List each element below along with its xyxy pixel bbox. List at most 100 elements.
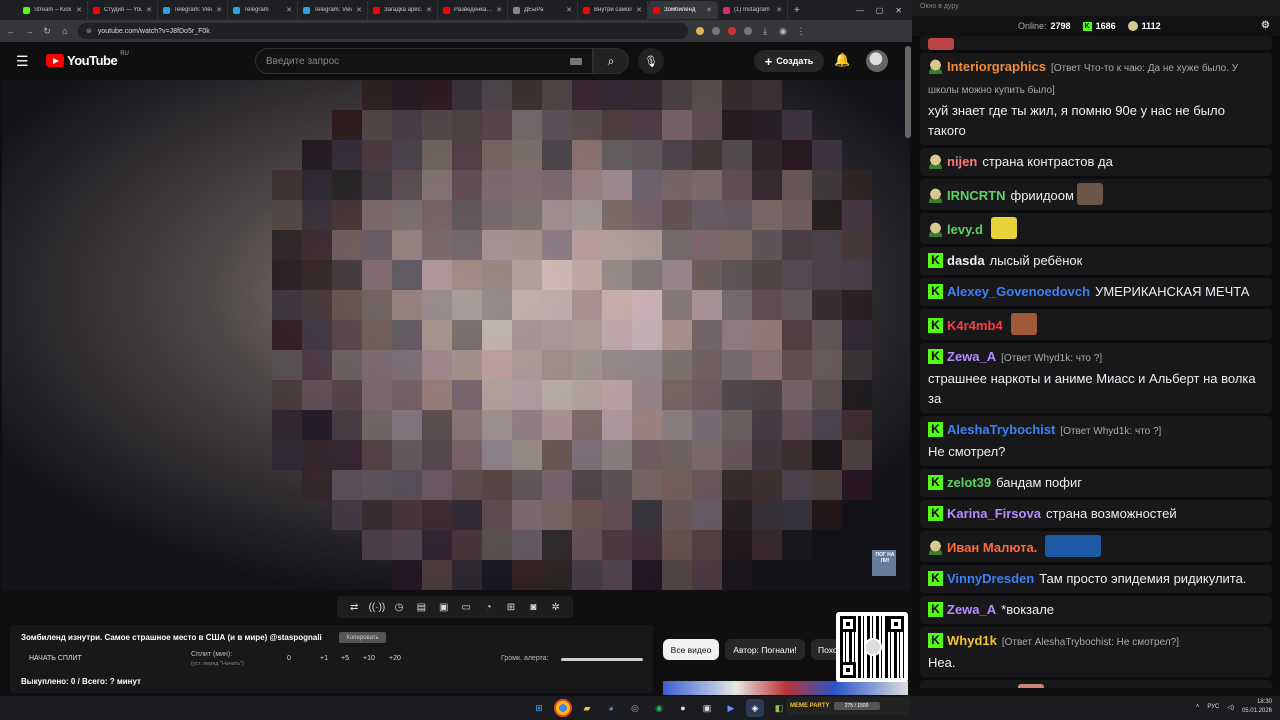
chat-username[interactable]: Karina_Firsova — [947, 506, 1041, 521]
chat-username[interactable]: dasda — [947, 253, 985, 268]
copy-button[interactable]: Копировать — [339, 632, 386, 643]
tab-close-icon[interactable]: ✕ — [776, 6, 782, 14]
split-add-5-button[interactable]: +5 — [341, 655, 349, 662]
split-value[interactable]: 0 — [287, 655, 291, 662]
alert-volume-slider[interactable] — [561, 658, 643, 661]
search-button[interactable]: ⌕ — [593, 48, 629, 74]
extension-icon[interactable] — [696, 27, 704, 35]
tab-close-icon[interactable]: ✕ — [76, 6, 82, 14]
url-field[interactable]: ⊜ youtube.com/watch?v=J8fDo5r_F0k — [78, 23, 688, 39]
tab-close-icon[interactable]: ✕ — [496, 6, 502, 14]
browser-tab[interactable]: Внутри самого… ✕ — [578, 1, 648, 19]
tab-close-icon[interactable]: ✕ — [426, 6, 432, 14]
maximize-icon[interactable]: ▢ — [876, 6, 884, 15]
browser-tab[interactable]: Telegram: View ✕ — [158, 1, 228, 19]
live-icon[interactable]: ((·)) — [369, 602, 386, 613]
chat-username[interactable]: Alexey_Govenoedovch — [947, 284, 1090, 299]
miniplayer-icon[interactable]: ▣ — [436, 602, 452, 613]
theater-icon[interactable]: ▭ — [458, 602, 474, 613]
chat-username[interactable]: Zewa_A — [947, 349, 996, 364]
screenshot-icon[interactable]: ◙ — [525, 602, 541, 613]
settings-icon[interactable]: ⚙ — [1261, 20, 1270, 31]
chevron-up-icon[interactable]: ˄ — [1196, 704, 1200, 710]
menu-icon[interactable]: ⋮ — [796, 26, 806, 37]
bell-icon[interactable]: 🔔 — [834, 52, 850, 68]
minimize-icon[interactable]: — — [856, 6, 864, 15]
start-split-button[interactable]: НАЧАТЬ СПЛИТ — [29, 655, 82, 662]
chat-username[interactable]: K4r4mb4 — [947, 318, 1003, 333]
watch-later-icon[interactable]: ◷ — [391, 602, 407, 613]
split-add-1-button[interactable]: +1 — [320, 655, 328, 662]
chat-username[interactable]: levy.d — [947, 222, 983, 237]
download-icon[interactable]: ⤓ — [760, 26, 770, 37]
chat-username[interactable]: IRNCRTN — [947, 188, 1006, 203]
browser-tab[interactable]: (1) Instagram ✕ — [718, 1, 788, 19]
create-button[interactable]: + Создать — [754, 50, 824, 72]
volume-icon[interactable]: ◁) — [1227, 704, 1234, 711]
browser-tab[interactable]: ДЕыРа ✕ — [508, 1, 578, 19]
close-icon[interactable]: ✕ — [895, 6, 902, 15]
clock[interactable]: 18:30 05.01.2026 — [1242, 698, 1272, 716]
forward-icon[interactable]: → — [24, 26, 34, 36]
search-input[interactable]: Введите запрос — [255, 48, 593, 74]
profile-icon[interactable]: ◉ — [778, 26, 788, 37]
language-indicator[interactable]: РУС — [1207, 704, 1219, 710]
tab-close-icon[interactable]: ✕ — [566, 6, 572, 14]
spotify-icon[interactable]: ◉ — [650, 699, 668, 717]
tab-close-icon[interactable]: ✕ — [286, 6, 292, 14]
new-tab-icon[interactable]: + — [794, 5, 800, 16]
loop-icon[interactable]: ⇄ — [346, 602, 362, 613]
tab-close-icon[interactable]: ✕ — [706, 6, 712, 14]
chip-all-videos[interactable]: Все видео — [663, 639, 719, 660]
clapper-icon[interactable]: ▤ — [413, 602, 429, 613]
extension-icon[interactable] — [744, 27, 752, 35]
chat-username[interactable]: VinnyDresden — [947, 571, 1034, 586]
tab-close-icon[interactable]: ✕ — [356, 6, 362, 14]
folder-icon[interactable]: ▰ — [578, 699, 596, 717]
chip-author[interactable]: Автор: Погнали! — [725, 639, 805, 660]
obs-icon[interactable]: ● — [674, 699, 692, 717]
chat-username[interactable]: Whyd1k — [947, 633, 997, 648]
browser-tab[interactable]: Telegram ✕ — [228, 1, 298, 19]
tab-close-icon[interactable]: ✕ — [216, 6, 222, 14]
browser-tab[interactable]: Stream – Kick ✕ — [18, 1, 88, 19]
recommendation-thumbnail[interactable] — [663, 681, 908, 695]
youtube-logo[interactable]: YouTube RU — [46, 51, 129, 68]
reload-icon[interactable]: ↻ — [42, 26, 52, 37]
chrome-icon[interactable] — [554, 699, 572, 717]
page-scrollbar[interactable] — [905, 46, 911, 138]
extension-icon[interactable] — [712, 27, 720, 35]
keyboard-icon[interactable] — [570, 57, 582, 65]
chat-username[interactable]: Zewa_A — [947, 602, 996, 617]
chat-username[interactable]: Иван Малюта. — [947, 540, 1037, 555]
avatar[interactable] — [866, 50, 888, 72]
chat-username[interactable]: AleshaTrybochist — [947, 422, 1055, 437]
home-icon[interactable]: ⌂ — [60, 26, 70, 36]
back-icon[interactable]: ← — [6, 26, 16, 36]
site-info-icon[interactable]: ⊜ — [86, 27, 92, 35]
menu-icon[interactable]: ☰ — [16, 53, 29, 70]
voice-search-button[interactable]: 🎙 — [638, 48, 664, 74]
steam-icon[interactable]: ◎ — [626, 699, 644, 717]
tab-close-icon[interactable]: ✕ — [636, 6, 642, 14]
browser-tab[interactable]: Разведенка… ✕ — [438, 1, 508, 19]
browser-tab[interactable]: Telegram: View ✕ — [298, 1, 368, 19]
browser-icon[interactable]: ◈ — [746, 699, 764, 717]
speed-icon[interactable]: ◔ — [481, 602, 497, 613]
browser-tab[interactable]: Загадка арес… ✕ — [368, 1, 438, 19]
extension-icon[interactable] — [728, 27, 736, 35]
video-player[interactable]: ПОГ НА ЛИ! — [2, 80, 910, 590]
settings-icon[interactable]: ✲ — [548, 602, 564, 613]
chat-username[interactable]: zelot39 — [947, 475, 991, 490]
split-add-10-button[interactable]: +10 — [363, 655, 375, 662]
app-icon[interactable]: ▣ — [698, 699, 716, 717]
split-add-20-button[interactable]: +20 — [389, 655, 401, 662]
chat-username[interactable]: Interiorgraphics — [947, 59, 1046, 74]
chat-username[interactable]: nijen — [947, 154, 977, 169]
add-clip-icon[interactable]: ⊞ — [503, 602, 519, 613]
tab-close-icon[interactable]: ✕ — [146, 6, 152, 14]
media-player-icon[interactable]: ▶ — [722, 699, 740, 717]
browser-tab[interactable]: Зомбиленд ✕ — [648, 1, 718, 19]
start-icon[interactable]: ⊞ — [530, 699, 548, 717]
discord-icon[interactable]: ◕ — [602, 699, 620, 717]
